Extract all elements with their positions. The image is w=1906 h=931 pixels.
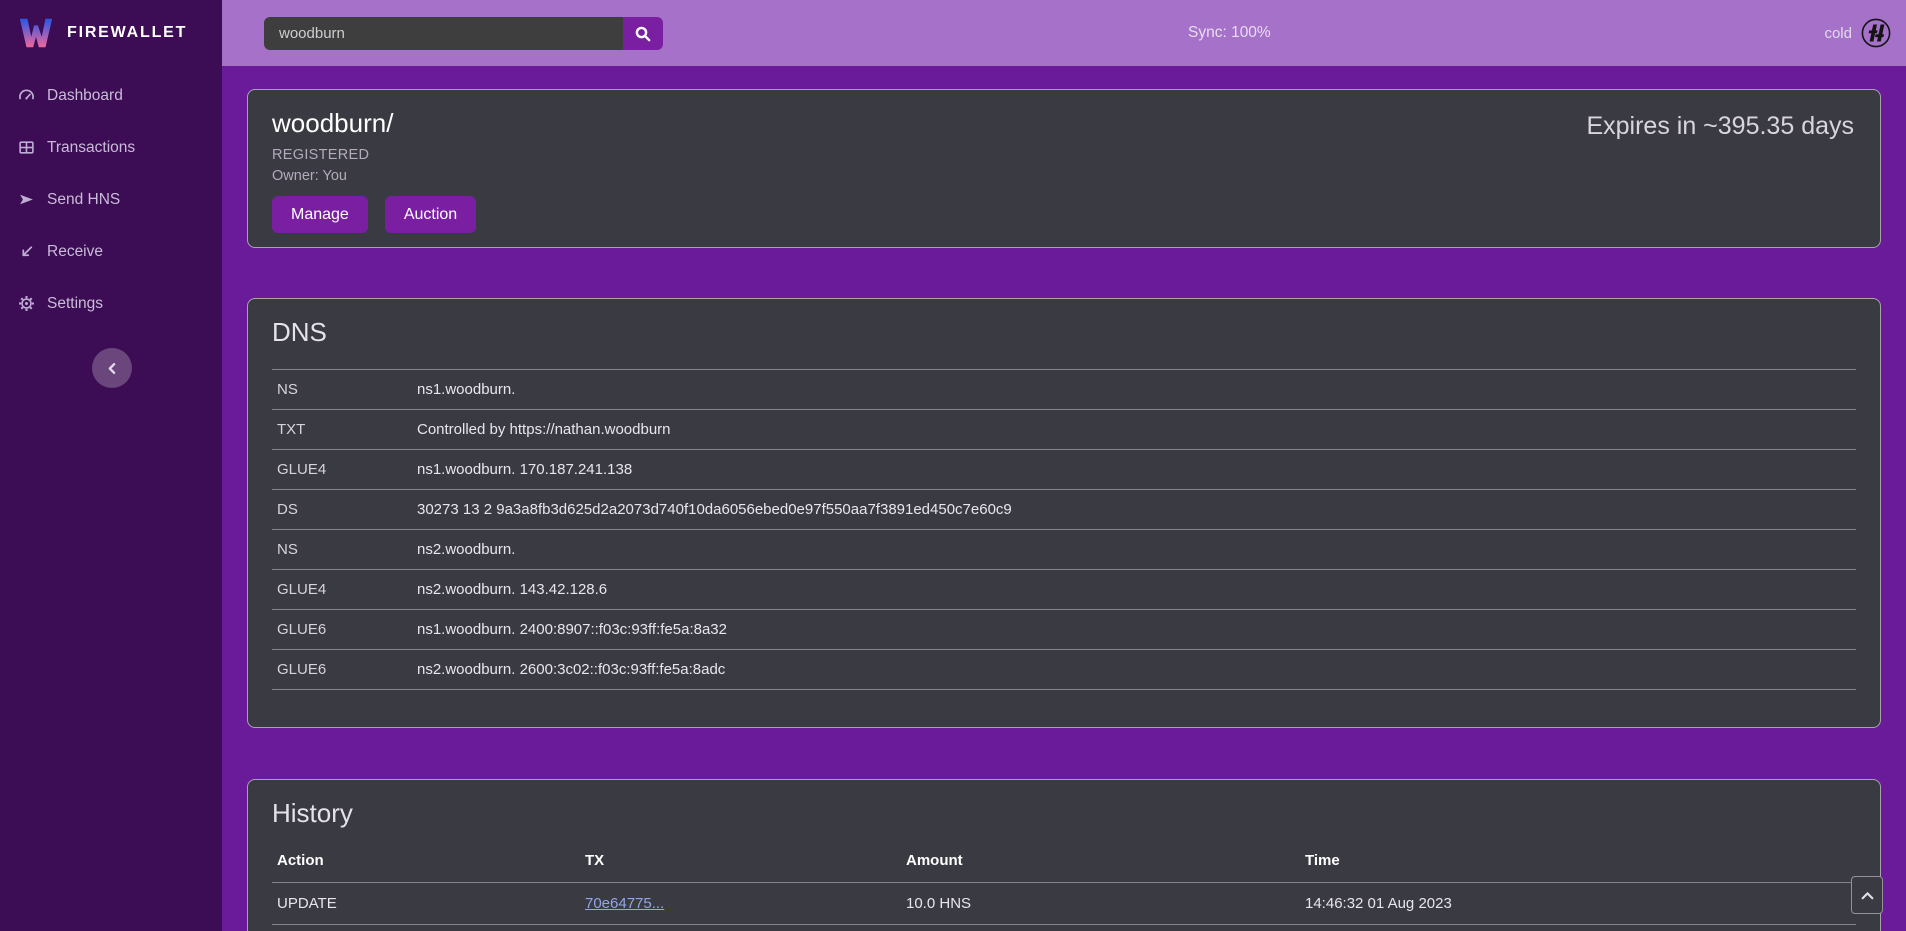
dns-record-type: NS — [272, 370, 412, 410]
history-row: UPDATE 70e64775... 10.0 HNS 14:46:32 01 … — [272, 883, 1856, 925]
dns-record-type: GLUE4 — [272, 450, 412, 490]
sync-status: Sync: 100% — [1188, 0, 1271, 66]
dns-record-value: 30273 13 2 9a3a8fb3d625d2a2073d740f10da6… — [412, 490, 1856, 530]
dns-record-row: GLUE4 ns2.woodburn. 143.42.128.6 — [272, 570, 1856, 610]
dns-record-type: NS — [272, 530, 412, 570]
dns-title: DNS — [272, 317, 1856, 348]
dns-record-row: GLUE6 ns2.woodburn. 2600:3c02::f03c:93ff… — [272, 650, 1856, 690]
dns-record-row: GLUE4 ns1.woodburn. 170.187.241.138 — [272, 450, 1856, 490]
dns-record-value: ns1.woodburn. — [412, 370, 1856, 410]
sidebar-collapse-button[interactable] — [92, 348, 132, 388]
search-bar — [264, 17, 663, 50]
history-title: History — [272, 798, 1856, 829]
dns-record-row: GLUE6 ns1.woodburn. 2400:8907::f03c:93ff… — [272, 610, 1856, 650]
sidebar-item-dashboard[interactable]: Dashboard — [0, 85, 222, 106]
history-time: 15:47:06 07 Jul 2023 — [1300, 925, 1856, 931]
sidebar-item-label: Send HNS — [47, 191, 120, 209]
gear-icon — [18, 295, 35, 312]
sidebar-item-label: Dashboard — [47, 87, 123, 105]
sidebar-item-send-hns[interactable]: Send HNS — [0, 189, 222, 210]
dns-record-row: NS ns2.woodburn. — [272, 530, 1856, 570]
domain-status: REGISTERED — [272, 147, 1856, 163]
gauge-icon — [18, 87, 35, 104]
dns-record-value: ns2.woodburn. 2600:3c02::f03c:93ff:fe5a:… — [412, 650, 1856, 690]
auction-button[interactable]: Auction — [385, 196, 476, 233]
handshake-logo-icon — [1861, 18, 1891, 48]
history-action: RENEW — [272, 925, 580, 931]
dns-record-type: GLUE6 — [272, 610, 412, 650]
wallet-name: cold — [1824, 25, 1852, 42]
chevron-left-icon — [106, 362, 119, 375]
dns-record-row: TXT Controlled by https://nathan.woodbur… — [272, 410, 1856, 450]
receive-arrow-icon — [18, 243, 35, 260]
dns-card: DNS NS ns1.woodburn. TXT Controlled by h… — [247, 298, 1881, 728]
sidebar-item-receive[interactable]: Receive — [0, 241, 222, 262]
manage-button[interactable]: Manage — [272, 196, 368, 233]
domain-card: woodburn/ REGISTERED Owner: You Manage A… — [247, 89, 1881, 248]
dns-record-type: GLUE4 — [272, 570, 412, 610]
sidebar-item-label: Settings — [47, 295, 103, 313]
sidebar-item-label: Receive — [47, 243, 103, 261]
history-row: RENEW d72e3cd4... 10.0 HNS 15:47:06 07 J… — [272, 925, 1856, 931]
sidebar-nav: Dashboard Transactions Send HNS — [0, 66, 222, 314]
brand: FIREWALLET — [0, 0, 222, 66]
search-icon — [634, 25, 652, 43]
send-icon — [18, 191, 35, 208]
dns-record-value: ns2.woodburn. — [412, 530, 1856, 570]
history-col-time: Time — [1300, 843, 1856, 883]
dns-record-type: GLUE6 — [272, 650, 412, 690]
search-input[interactable] — [264, 17, 623, 50]
domain-actions: Manage Auction — [272, 196, 1856, 233]
history-amount: 10.0 HNS — [901, 925, 1300, 931]
history-col-amount: Amount — [901, 843, 1300, 883]
sidebar-item-transactions[interactable]: Transactions — [0, 137, 222, 158]
history-col-tx: TX — [580, 843, 901, 883]
tx-link[interactable]: 70e64775... — [585, 895, 664, 912]
search-button[interactable] — [623, 17, 663, 50]
firewallet-logo-icon — [17, 14, 55, 52]
dns-record-type: TXT — [272, 410, 412, 450]
dns-record-value: ns1.woodburn. 2400:8907::f03c:93ff:fe5a:… — [412, 610, 1856, 650]
chevron-up-icon — [1861, 891, 1874, 900]
history-table: Action TX Amount Time UPDATE 70e64775...… — [272, 843, 1856, 931]
history-time: 14:46:32 01 Aug 2023 — [1300, 883, 1856, 925]
brand-name: FIREWALLET — [67, 24, 187, 42]
scroll-to-top-button[interactable] — [1851, 876, 1883, 914]
sidebar-item-settings[interactable]: Settings — [0, 293, 222, 314]
history-col-action: Action — [272, 843, 580, 883]
history-card: History Action TX Amount Time UPDATE 70e… — [247, 779, 1881, 931]
dns-record-value: Controlled by https://nathan.woodburn — [412, 410, 1856, 450]
history-action: UPDATE — [272, 883, 580, 925]
dns-record-type: DS — [272, 490, 412, 530]
dns-record-row: NS ns1.woodburn. — [272, 370, 1856, 410]
domain-owner: Owner: You — [272, 168, 1856, 184]
sidebar-item-label: Transactions — [47, 139, 135, 157]
expiry-label: Expires in ~395.35 days — [1586, 112, 1854, 141]
dns-record-row: DS 30273 13 2 9a3a8fb3d625d2a2073d740f10… — [272, 490, 1856, 530]
sidebar: FIREWALLET Dashboard Transactions — [0, 0, 222, 931]
topbar: Sync: 100% cold — [222, 0, 1906, 66]
history-header-row: Action TX Amount Time — [272, 843, 1856, 883]
wallet-selector[interactable]: cold — [1824, 0, 1891, 66]
dns-table: NS ns1.woodburn. TXT Controlled by https… — [272, 369, 1856, 690]
history-amount: 10.0 HNS — [901, 883, 1300, 925]
table-icon — [18, 139, 35, 156]
dns-record-value: ns1.woodburn. 170.187.241.138 — [412, 450, 1856, 490]
dns-record-value: ns2.woodburn. 143.42.128.6 — [412, 570, 1856, 610]
